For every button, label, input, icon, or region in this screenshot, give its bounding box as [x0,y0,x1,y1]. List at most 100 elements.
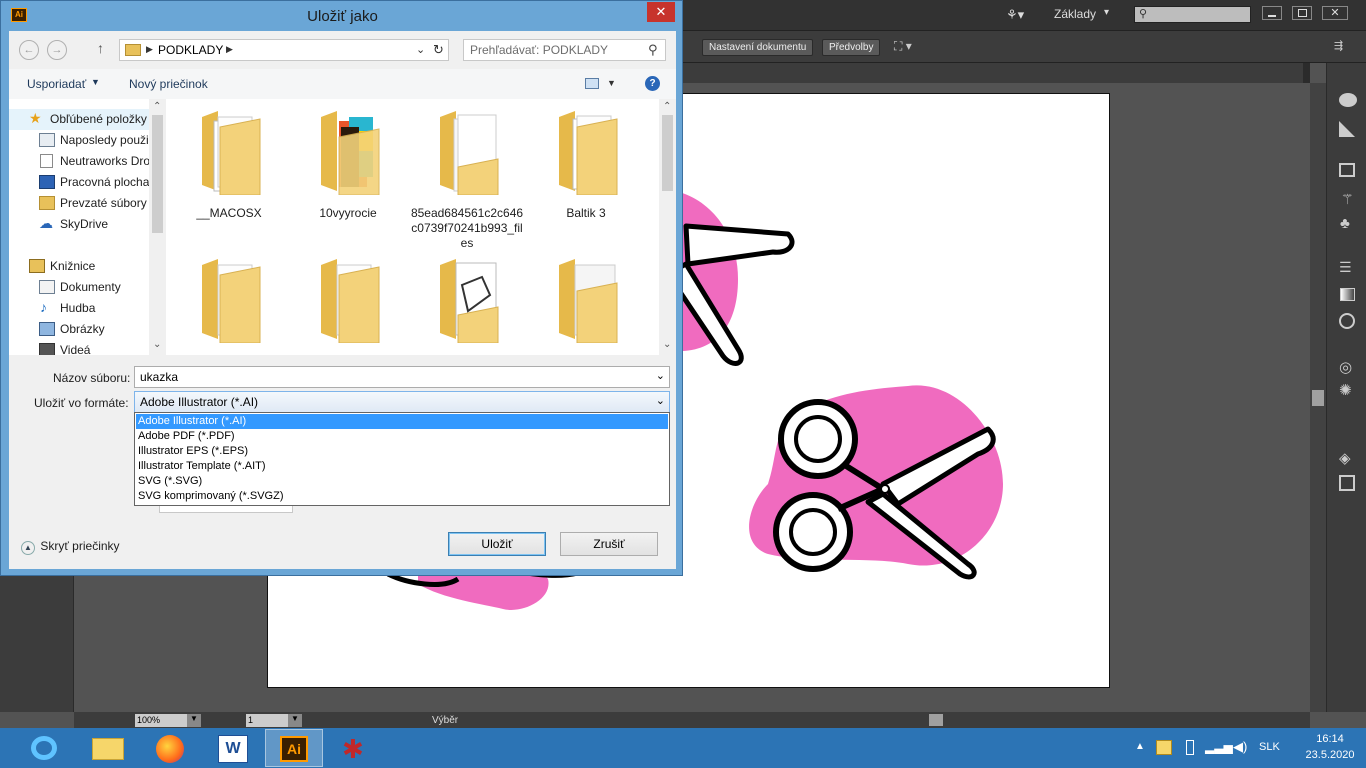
show-hidden-icons[interactable]: ▲ [1135,741,1145,752]
window-close-button[interactable]: ✕ [1322,6,1348,20]
clock-date[interactable]: 23.5.2020 [1300,749,1360,761]
search-icon: ⚲ [1139,8,1148,20]
back-button[interactable]: ← [19,40,39,60]
file-explorer-icon[interactable] [79,729,137,767]
save-button[interactable]: Uložiť [448,532,546,556]
videos-icon [39,343,55,355]
paint-app-icon[interactable]: ✱ [328,729,386,767]
format-option-ait[interactable]: Illustrator Template (*.AIT) [136,459,668,474]
brushes-icon[interactable]: ⚚ [1341,191,1354,208]
close-button[interactable]: ✕ [647,2,675,22]
pictures-icon [39,322,55,336]
folder-item[interactable]: __MACOSX [170,99,288,239]
panel-menu-icon[interactable]: ⇶ [1334,39,1343,52]
format-option-pdf[interactable]: Adobe PDF (*.PDF) [136,429,668,444]
window-minimize-button[interactable] [1262,6,1282,20]
firefox-icon[interactable] [142,729,200,767]
chevron-down-icon[interactable]: ▼ [288,714,302,727]
clock-time[interactable]: 16:14 [1300,733,1360,745]
cancel-button[interactable]: Zrušiť [560,532,658,556]
chevron-down-icon[interactable]: ▼ [607,78,616,88]
word-icon[interactable]: W [204,729,262,767]
workspace-switcher[interactable]: Základy [1054,7,1096,21]
stroke-icon[interactable]: ☰ [1339,259,1352,276]
organize-button[interactable]: Usporiadať [27,77,86,91]
chevron-down-icon[interactable]: ⌄ [656,369,665,382]
refresh-icon[interactable]: ↻ [433,42,444,58]
gradient-icon[interactable] [1340,288,1355,301]
hide-folders-label: Skryť priečinky [40,539,120,553]
filename-value: ukazka [140,370,179,384]
artboard-number-field[interactable]: 1 [246,714,288,727]
up-button[interactable]: ↑ [97,40,104,56]
folder-item[interactable]: Baltik 3 [527,99,645,239]
chevron-up-icon[interactable]: ⌃ [663,101,671,112]
action-center-icon[interactable] [1156,740,1172,755]
format-option-svg[interactable]: SVG (*.SVG) [136,474,668,489]
folder-item[interactable]: 10vyyrocie [289,99,407,239]
artboards-icon[interactable] [1339,475,1355,491]
folder-item[interactable] [289,247,407,355]
scroll-thumb[interactable] [152,115,163,233]
search-input[interactable]: Prehľadávať: PODKLADY ⚲ [463,39,666,61]
view-options-icon[interactable] [585,78,599,89]
desktop-icon [39,175,55,189]
language-indicator[interactable]: SLK [1259,741,1280,753]
document-tab[interactable] [683,63,1303,83]
scroll-thumb[interactable] [1312,390,1324,406]
vertical-scrollbar[interactable] [1310,83,1326,712]
hide-folders-toggle[interactable]: ▲ Skryť priečinky [21,539,120,555]
appearance-icon[interactable]: ◎ [1339,358,1352,376]
volume-icon[interactable]: ◀) [1233,739,1247,755]
format-select[interactable]: Adobe Illustrator (*.AI) ⌄ [134,391,670,413]
format-option-ai[interactable]: Adobe Illustrator (*.AI) [136,414,668,429]
format-label: Uložiť vo formáte: [34,396,129,410]
address-bar[interactable]: ▶ PODKLADY ▶ ⌄ ↻ [119,39,449,61]
graphic-styles-icon[interactable]: ✺ [1339,381,1352,399]
breadcrumb-separator: ▶ [146,44,153,54]
folder-item[interactable]: 85ead684561c2c646c0739f70241b993_files [408,99,526,250]
dialog-titlebar[interactable]: Ai Uložiť jako ✕ [1,1,684,31]
network-icon[interactable]: ▂▃▅ [1205,740,1233,754]
color-guide-icon[interactable] [1339,121,1355,137]
color-icon[interactable] [1339,93,1357,107]
help-search-input[interactable]: ⚲ [1134,6,1251,23]
window-restore-button[interactable] [1292,6,1312,20]
transparency-icon[interactable] [1339,313,1355,329]
layers-icon[interactable]: ◈ [1339,449,1351,467]
scroll-thumb[interactable] [662,115,673,191]
format-dropdown-list[interactable]: Adobe Illustrator (*.AI) Adobe PDF (*.PD… [134,412,670,506]
nav-scrollbar[interactable]: ⌃ ⌄ [149,99,166,355]
symbols-icon[interactable]: ♣ [1340,215,1350,232]
breadcrumb-separator: ▶ [226,44,233,54]
nav-favorites[interactable]: ★ Obľúbené položky [9,109,149,130]
file-scrollbar[interactable]: ⌃ ⌄ [659,99,676,355]
arrange-docs-icon[interactable]: ⚘▾ [1006,7,1030,23]
help-icon[interactable]: ? [645,76,660,91]
illustrator-taskbar-button[interactable]: Ai [265,729,323,767]
folder-item[interactable] [527,247,645,355]
chevron-down-icon[interactable]: ⌄ [656,394,665,407]
breadcrumb[interactable]: PODKLADY [158,43,223,57]
status-bar: 100% ▼ 1 ▼ Výběr [74,712,1310,728]
preferences-button[interactable]: Předvolby [822,39,881,56]
chevron-down-icon[interactable]: ▼ [187,714,201,727]
folder-item[interactable] [170,247,288,355]
chevron-down-icon[interactable]: ⌄ [416,43,425,56]
new-folder-button[interactable]: Nový priečinok [129,77,208,91]
hscroll-thumb[interactable] [929,714,943,726]
swatches-icon[interactable] [1339,163,1355,177]
filename-field[interactable]: ukazka ⌄ [134,366,670,388]
folder-item[interactable] [408,247,526,355]
document-setup-button[interactable]: Nastavení dokumentu [702,39,814,56]
chevron-up-icon[interactable]: ⌃ [153,101,161,112]
chevron-down-icon[interactable]: ⌄ [663,339,671,350]
internet-explorer-icon[interactable] [16,729,74,767]
forward-button[interactable]: → [47,40,67,60]
arrange-icon[interactable]: ⛶ ▾ [894,39,912,54]
chevron-down-icon[interactable]: ⌄ [153,339,161,350]
format-option-svgz[interactable]: SVG komprimovaný (*.SVGZ) [136,489,668,504]
format-option-eps[interactable]: Illustrator EPS (*.EPS) [136,444,668,459]
zoom-field[interactable]: 100% [135,714,187,727]
filename-label: Názov súboru: [53,371,131,385]
